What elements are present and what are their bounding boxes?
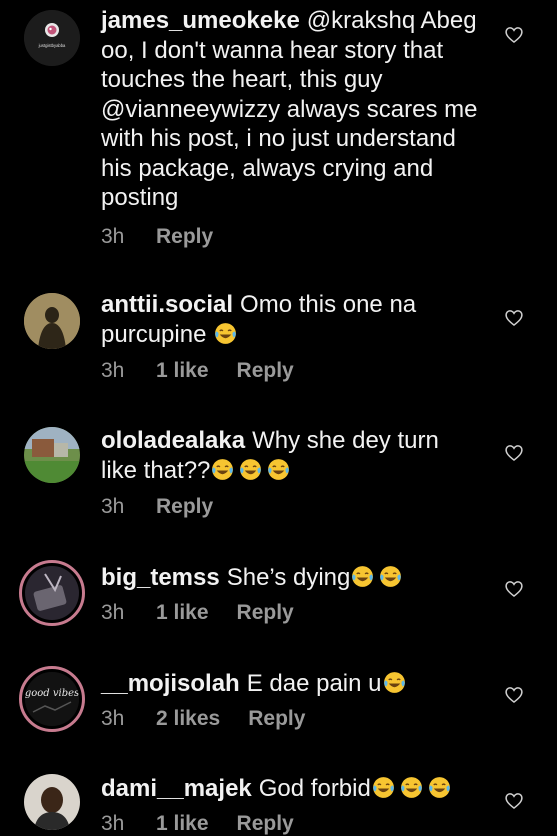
heart-outline-icon[interactable] — [504, 791, 524, 811]
reply-button[interactable]: Reply — [156, 225, 213, 249]
comment-body: God forbid — [258, 775, 371, 802]
comment-username[interactable]: __mojisolah — [101, 670, 240, 697]
avatar[interactable] — [24, 427, 80, 483]
comment-username[interactable]: ololadealaka — [101, 427, 245, 454]
comment-username[interactable]: anttii.social — [101, 291, 233, 318]
face-with-tears-of-joy-emoji — [268, 458, 290, 480]
comment-time: 3h — [101, 707, 125, 730]
comment-text: ololadealaka Why she dey turn like that?? — [101, 426, 481, 485]
likes-count[interactable]: 1 like — [156, 812, 209, 836]
face-with-tears-of-joy-emoji — [400, 777, 422, 798]
face-with-tears-of-joy-emoji — [212, 458, 234, 480]
comment-time: 3h — [101, 225, 125, 248]
comment-meta: 3h 1 like Reply — [101, 812, 294, 836]
reply-button[interactable]: Reply — [156, 495, 213, 519]
avatar[interactable]: good vibes — [19, 666, 85, 732]
comment-meta: 3h 1 like Reply — [101, 601, 294, 625]
avatar[interactable] — [24, 293, 80, 349]
face-with-tears-of-joy-emoji — [215, 322, 237, 344]
avatar[interactable] — [19, 560, 85, 626]
face-with-tears-of-joy-emoji — [240, 458, 262, 480]
face-with-tears-of-joy-emoji — [372, 777, 394, 798]
avatar-logo: justgistbyabba — [24, 10, 80, 66]
heart-outline-icon[interactable] — [504, 685, 524, 705]
avatar-photo — [25, 566, 79, 620]
comment-meta: 3h Reply — [101, 225, 213, 249]
comment-body: She’s dying — [226, 564, 351, 591]
avatar-photo — [24, 774, 80, 830]
comment-text: big_temss She’s dying — [101, 563, 481, 593]
comment-text: dami__majek God forbid — [101, 774, 481, 804]
avatar-photo — [24, 427, 80, 483]
face-with-tears-of-joy-emoji — [428, 777, 450, 798]
likes-count[interactable]: 1 like — [156, 359, 209, 383]
comment-meta: 3h Reply — [101, 495, 213, 519]
comment-body: @krakshq Abeg oo, I don't wanna hear sto… — [101, 7, 478, 211]
heart-outline-icon[interactable] — [504, 308, 524, 328]
heart-outline-icon[interactable] — [504, 25, 524, 45]
reply-button[interactable]: Reply — [248, 707, 305, 731]
comment-username[interactable]: james_umeokeke — [101, 7, 300, 34]
comment-time: 3h — [101, 359, 125, 382]
likes-count[interactable]: 1 like — [156, 601, 209, 625]
avatar-photo: good vibes — [25, 672, 79, 726]
avatar[interactable] — [24, 774, 80, 830]
comment-username[interactable]: big_temss — [101, 564, 220, 591]
comment-time: 3h — [101, 601, 125, 624]
comment-meta: 3h 2 likes Reply — [101, 707, 305, 731]
avatar[interactable]: justgistbyabba — [24, 10, 80, 66]
comment-body: E dae pain u — [246, 670, 382, 697]
reply-button[interactable]: Reply — [237, 812, 294, 836]
heart-outline-icon[interactable] — [504, 579, 524, 599]
comment-text: __mojisolah E dae pain u — [101, 669, 481, 699]
comment-text: anttii.social Omo this one na purcupine — [101, 290, 481, 349]
comment-meta: 3h 1 like Reply — [101, 359, 294, 383]
face-with-tears-of-joy-emoji — [380, 566, 402, 587]
avatar-logo-text: justgistbyabba — [38, 43, 66, 48]
face-with-tears-of-joy-emoji — [383, 672, 405, 693]
avatar-photo — [24, 293, 80, 349]
comment-time: 3h — [101, 812, 125, 835]
likes-count[interactable]: 2 likes — [156, 707, 220, 731]
comment-text: james_umeokeke @krakshq Abeg oo, I don't … — [101, 6, 481, 213]
comment-time: 3h — [101, 495, 125, 518]
heart-outline-icon[interactable] — [504, 443, 524, 463]
face-with-tears-of-joy-emoji — [352, 566, 374, 587]
reply-button[interactable]: Reply — [237, 601, 294, 625]
reply-button[interactable]: Reply — [237, 359, 294, 383]
avatar-script-text: good vibes — [25, 688, 79, 699]
comment-username[interactable]: dami__majek — [101, 775, 252, 802]
